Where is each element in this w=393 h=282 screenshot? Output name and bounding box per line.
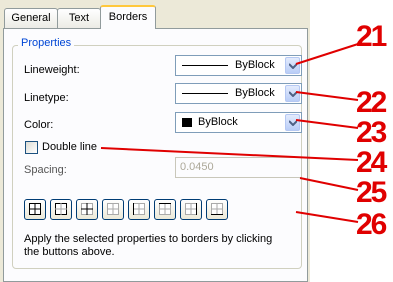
callout-25: 25 [356, 176, 387, 209]
callout-26: 26 [356, 208, 387, 241]
callout-23: 23 [356, 116, 387, 149]
callout-24: 24 [356, 146, 387, 179]
callout-21: 21 [356, 20, 387, 53]
callout-leaders [100, 43, 359, 223]
callout-22: 22 [356, 86, 387, 119]
tab-borders[interactable]: Borders [100, 5, 156, 29]
